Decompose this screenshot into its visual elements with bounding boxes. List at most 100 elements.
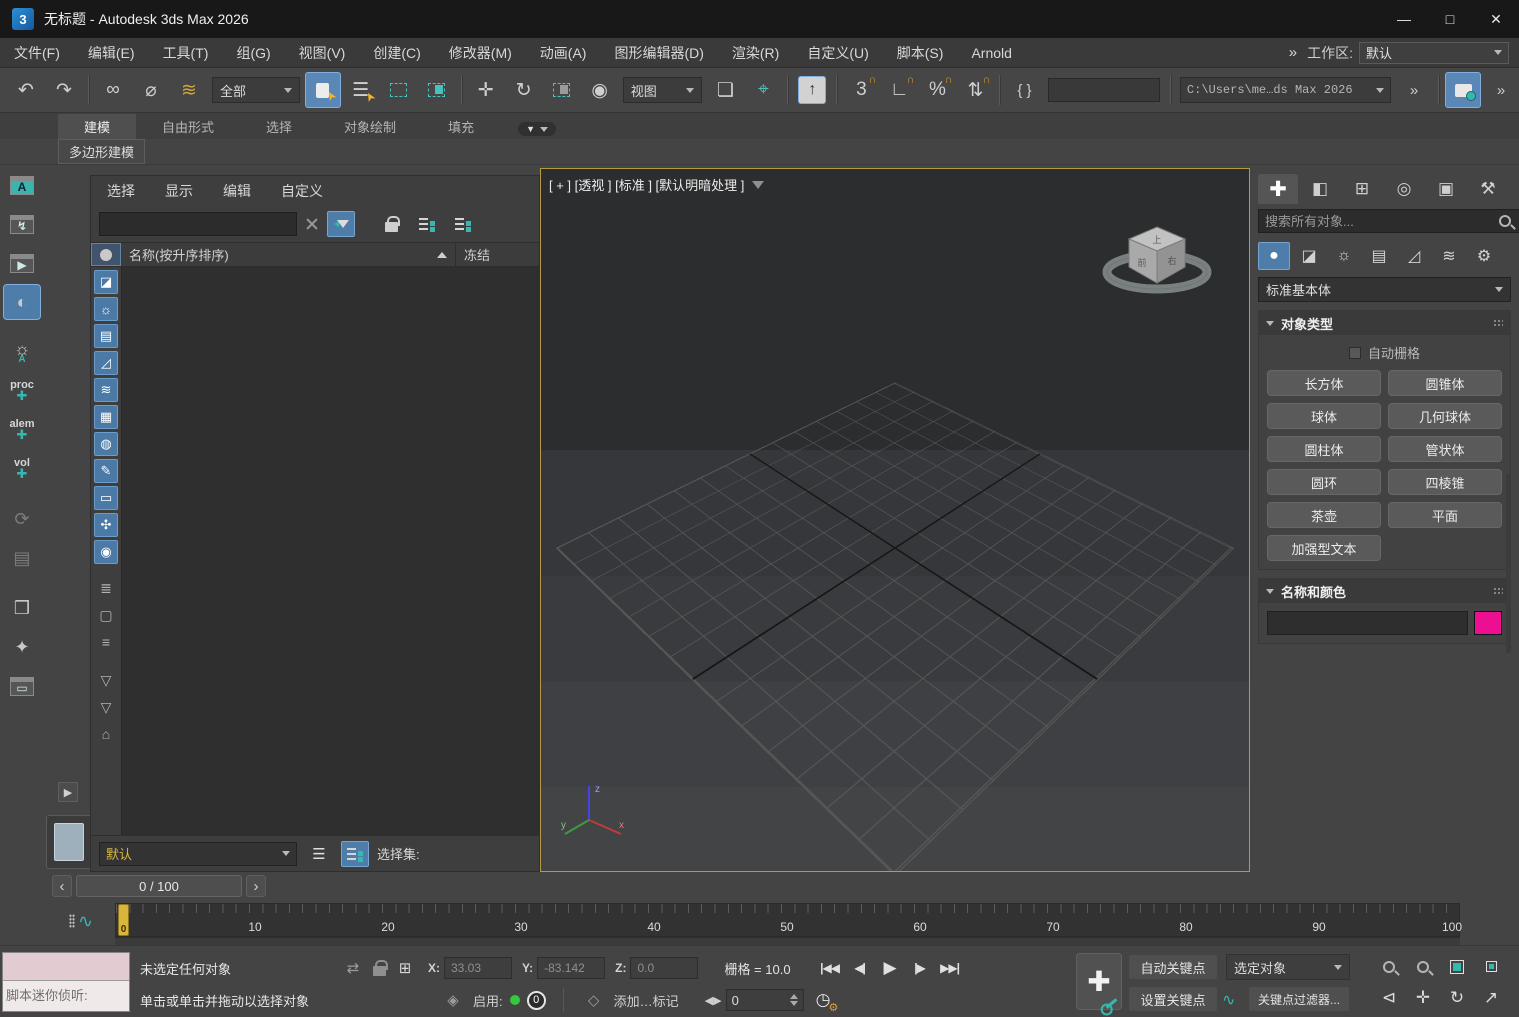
explorer-menu-display[interactable]: 显示 — [165, 181, 193, 201]
explorer-menu-edit[interactable]: 编辑 — [223, 181, 251, 201]
shield-icon[interactable]: ◈ — [440, 991, 466, 1009]
explorer-menu-customize[interactable]: 自定义 — [281, 181, 323, 201]
snap-toggle-3d[interactable]: 3∩ — [843, 72, 879, 108]
toggle-groups[interactable]: ▦ — [94, 405, 118, 429]
x-coordinate-field[interactable]: 33.03 — [444, 957, 512, 979]
toggle-cameras[interactable]: ▤ — [94, 324, 118, 348]
explorer-search-input[interactable] — [99, 212, 297, 236]
geosphere-button[interactable]: 几何球体 — [1388, 403, 1502, 429]
toolbar-overflow-chevron[interactable]: » — [1396, 72, 1432, 108]
subcat-shapes[interactable]: ◪ — [1293, 242, 1325, 270]
box-button[interactable]: 长方体 — [1267, 370, 1381, 396]
frame-display[interactable]: 0 / 100 — [76, 875, 242, 897]
command-panel-scrollbar[interactable] — [1506, 473, 1511, 653]
toggle-helpers[interactable]: ◿ — [94, 351, 118, 375]
set-key-big-button[interactable]: ✚ — [1076, 953, 1122, 1010]
cone-button[interactable]: 圆锥体 — [1388, 370, 1502, 396]
set-key-button[interactable]: 设置关键点 — [1128, 986, 1218, 1012]
pan-view-button[interactable]: ✛ — [1406, 982, 1440, 1013]
menu-graph-editors[interactable]: 图形编辑器(D) — [600, 38, 717, 68]
key-curve-icon[interactable]: ∿ — [1222, 990, 1235, 1010]
track-bar-ruler[interactable]: 0 10 20 30 40 50 60 70 80 90 100 0 — [115, 903, 1460, 937]
create-volume-button[interactable]: vol✚ — [3, 451, 41, 487]
go-to-end-button[interactable]: ▶▶| — [935, 955, 965, 981]
expand-hierarchy-button[interactable] — [413, 211, 441, 237]
select-by-name-button[interactable]: ☰ ➤ — [343, 72, 379, 108]
undo-button[interactable]: ↶ — [8, 72, 44, 108]
name-color-header[interactable]: 名称和颜色 — [1259, 579, 1510, 603]
auto-key-button[interactable]: 自动关键点 — [1128, 954, 1218, 980]
orbit-button[interactable]: ↻ — [1440, 982, 1474, 1013]
subcat-spacewarps[interactable]: ≋ — [1433, 242, 1465, 270]
menu-customize[interactable]: 自定义(U) — [793, 38, 882, 68]
named-selection-input[interactable] — [1048, 78, 1160, 102]
frozen-column-header[interactable]: 冻结 — [455, 243, 539, 266]
zoom-extents-all-button[interactable] — [1474, 951, 1508, 982]
toggle-spacewarps[interactable]: ≋ — [94, 378, 118, 402]
subcat-lights[interactable]: ☼ — [1328, 242, 1360, 270]
viewport-layout-tab[interactable] — [46, 815, 92, 869]
track-bar[interactable] — [115, 937, 1460, 945]
object-type-header[interactable]: 对象类型 — [1259, 311, 1510, 335]
menu-create[interactable]: 创建(C) — [359, 38, 434, 68]
object-color-swatch[interactable] — [1474, 611, 1502, 635]
previous-frame-button[interactable]: ◀| — [845, 955, 875, 981]
menu-arnold[interactable]: Arnold — [957, 38, 1025, 68]
key-mode-toggle[interactable]: ◀▶ — [705, 994, 722, 1007]
listener-macro-field[interactable] — [3, 953, 129, 981]
menu-file[interactable]: 文件(F) — [0, 38, 74, 68]
filter-button[interactable] — [327, 211, 355, 237]
y-coordinate-field[interactable]: -83.142 — [537, 957, 605, 979]
add-marker-label[interactable]: 添加…标记 — [614, 991, 679, 1010]
view-cube[interactable]: 上 前 右 — [1093, 209, 1225, 312]
toggle-filter-config[interactable]: ▽ — [94, 695, 118, 719]
spinner-icon[interactable] — [790, 994, 798, 1006]
sphere-button[interactable]: 球体 — [1267, 403, 1381, 429]
time-slider-playhead[interactable]: 0 — [118, 904, 129, 936]
keyboard-override-toggle[interactable]: ↑ — [794, 72, 830, 108]
selection-filter-dropdown[interactable]: 全部 — [212, 77, 300, 103]
window-crossing-button[interactable] — [419, 72, 455, 108]
menu-views[interactable]: 视图(V) — [285, 38, 360, 68]
menu-animation[interactable]: 动画(A) — [526, 38, 601, 68]
previous-frame-arrow[interactable]: ‹ — [52, 875, 72, 897]
select-move-button[interactable]: ✛ — [468, 72, 504, 108]
play-button[interactable]: ▶ — [875, 955, 905, 981]
tab-modify[interactable]: ◧ — [1300, 174, 1340, 204]
select-scale-button[interactable] — [544, 72, 580, 108]
lights-pair-button[interactable]: ✦ — [3, 629, 41, 665]
geometry-category-dropdown[interactable]: 标准基本体 — [1258, 277, 1511, 302]
bind-spacewarp-button[interactable]: ≋ — [171, 72, 207, 108]
mini-curve-editor-button[interactable]: ∿ — [58, 905, 104, 937]
notification-badge[interactable]: 0 — [527, 991, 546, 1010]
ref-coord-dropdown[interactable]: 视图 — [623, 77, 703, 103]
teapot-button[interactable]: 茶壶 — [1267, 502, 1381, 528]
absolute-mode-toggle[interactable]: ⊞ — [392, 959, 418, 977]
autogrid-checkbox[interactable] — [1349, 347, 1361, 359]
menu-scripting[interactable]: 脚本(S) — [883, 38, 958, 68]
explorer-menu-select[interactable]: 选择 — [107, 181, 135, 201]
percent-snap-toggle[interactable]: %∩ — [919, 72, 955, 108]
subcat-cameras[interactable]: ▤ — [1363, 242, 1395, 270]
create-procedural-button[interactable]: proc✚ — [3, 373, 41, 409]
maxscript-mini-listener[interactable]: 脚本迷你侦听: — [2, 952, 130, 1012]
time-configuration-button[interactable]: ◷ ⚙ — [816, 990, 831, 1010]
current-frame-field[interactable]: 0 — [726, 989, 804, 1011]
pyramid-button[interactable]: 四棱锥 — [1388, 469, 1502, 495]
zoom-button[interactable] — [1372, 951, 1406, 982]
menu-group[interactable]: 组(G) — [222, 38, 284, 68]
viewport-label-text[interactable]: [ + ] [透视 ] [标准 ] [默认明暗处理 ] — [549, 175, 744, 194]
ribbon-tab-freeform[interactable]: 自由形式 — [136, 114, 240, 139]
toggle-lights[interactable]: ☼ — [94, 297, 118, 321]
tab-motion[interactable]: ◎ — [1384, 174, 1424, 204]
layers-view-button[interactable]: ☰ — [305, 841, 333, 867]
window-shapes-button[interactable]: ▭ — [3, 668, 41, 704]
flash-window-button[interactable]: ↯ — [3, 206, 41, 242]
layered-images-button[interactable]: ❒ — [3, 590, 41, 626]
panel-expand-arrow[interactable]: ▶ — [58, 782, 78, 802]
tube-button[interactable]: 管状体 — [1388, 436, 1502, 462]
toggle-shapes[interactable]: ◪ — [94, 270, 118, 294]
toggle-materials[interactable]: ≣ — [94, 576, 118, 600]
wash-button[interactable]: ⟳ — [3, 501, 41, 537]
select-rotate-button[interactable]: ↻ — [506, 72, 542, 108]
